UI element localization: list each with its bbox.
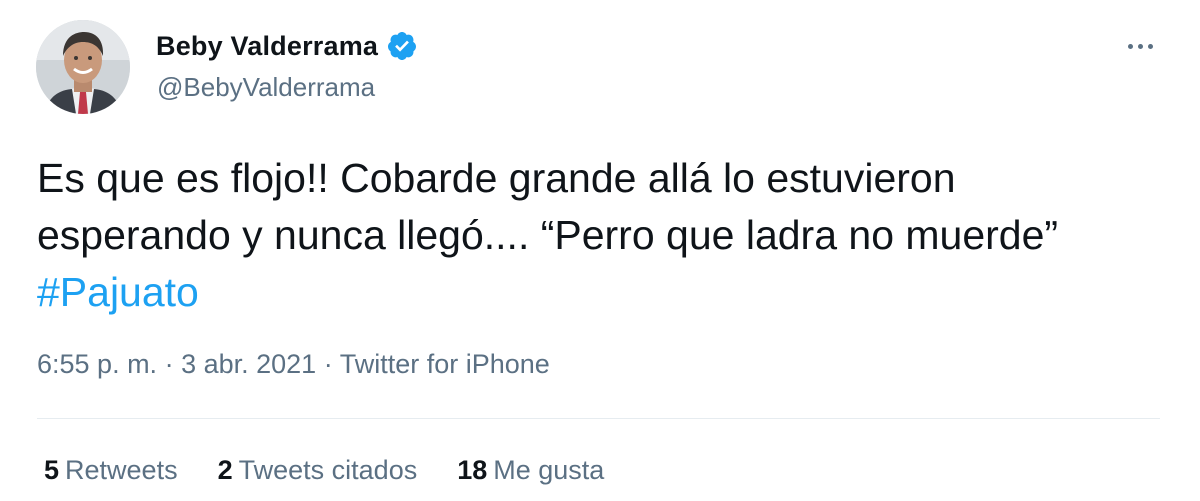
divider xyxy=(37,418,1160,419)
more-options-icon[interactable] xyxy=(1120,26,1160,66)
tweet-text-line-2: esperando y nunca llegó.... “Perro que l… xyxy=(37,212,1059,258)
avatar-photo-icon xyxy=(36,20,130,114)
author-display-name[interactable]: Beby Valderrama xyxy=(156,31,378,62)
engagement-stats: 5 Retweets 2 Tweets citados 18 Me gusta xyxy=(44,455,604,486)
author-handle[interactable]: @BebyValderrama xyxy=(157,72,375,103)
tweet-time[interactable]: 6:55 p. m. xyxy=(37,349,157,379)
quote-tweets-stat[interactable]: 2 Tweets citados xyxy=(218,455,418,486)
avatar[interactable] xyxy=(36,20,130,114)
retweets-label: Retweets xyxy=(65,455,178,485)
retweets-stat[interactable]: 5 Retweets xyxy=(44,455,178,486)
verified-badge-icon xyxy=(386,30,418,62)
author-name-row[interactable]: Beby Valderrama xyxy=(156,30,418,62)
tweet-metadata: 6:55 p. m. · 3 abr. 2021 · Twitter for i… xyxy=(37,349,550,380)
more-dot xyxy=(1137,43,1143,49)
quote-tweets-label: Tweets citados xyxy=(238,455,418,485)
quote-tweets-count: 2 xyxy=(217,455,233,485)
tweet-text: Es que es flojo!! Cobarde grande allá lo… xyxy=(37,150,1167,321)
hashtag-link[interactable]: #Pajuato xyxy=(37,269,199,315)
tweet-card: Beby Valderrama @BebyValderrama Es que e… xyxy=(0,0,1200,501)
tweet-text-line-1: Es que es flojo!! Cobarde grande allá lo… xyxy=(37,155,956,201)
tweet-date[interactable]: 3 abr. 2021 xyxy=(181,349,316,379)
more-dot xyxy=(1147,43,1153,49)
more-dot xyxy=(1127,43,1133,49)
meta-separator: · xyxy=(157,349,182,379)
meta-separator: · xyxy=(316,349,340,379)
likes-label: Me gusta xyxy=(493,455,605,485)
likes-count: 18 xyxy=(457,455,488,485)
likes-stat[interactable]: 18 Me gusta xyxy=(457,455,604,486)
retweets-count: 5 xyxy=(44,455,60,485)
tweet-source[interactable]: Twitter for iPhone xyxy=(340,349,550,379)
